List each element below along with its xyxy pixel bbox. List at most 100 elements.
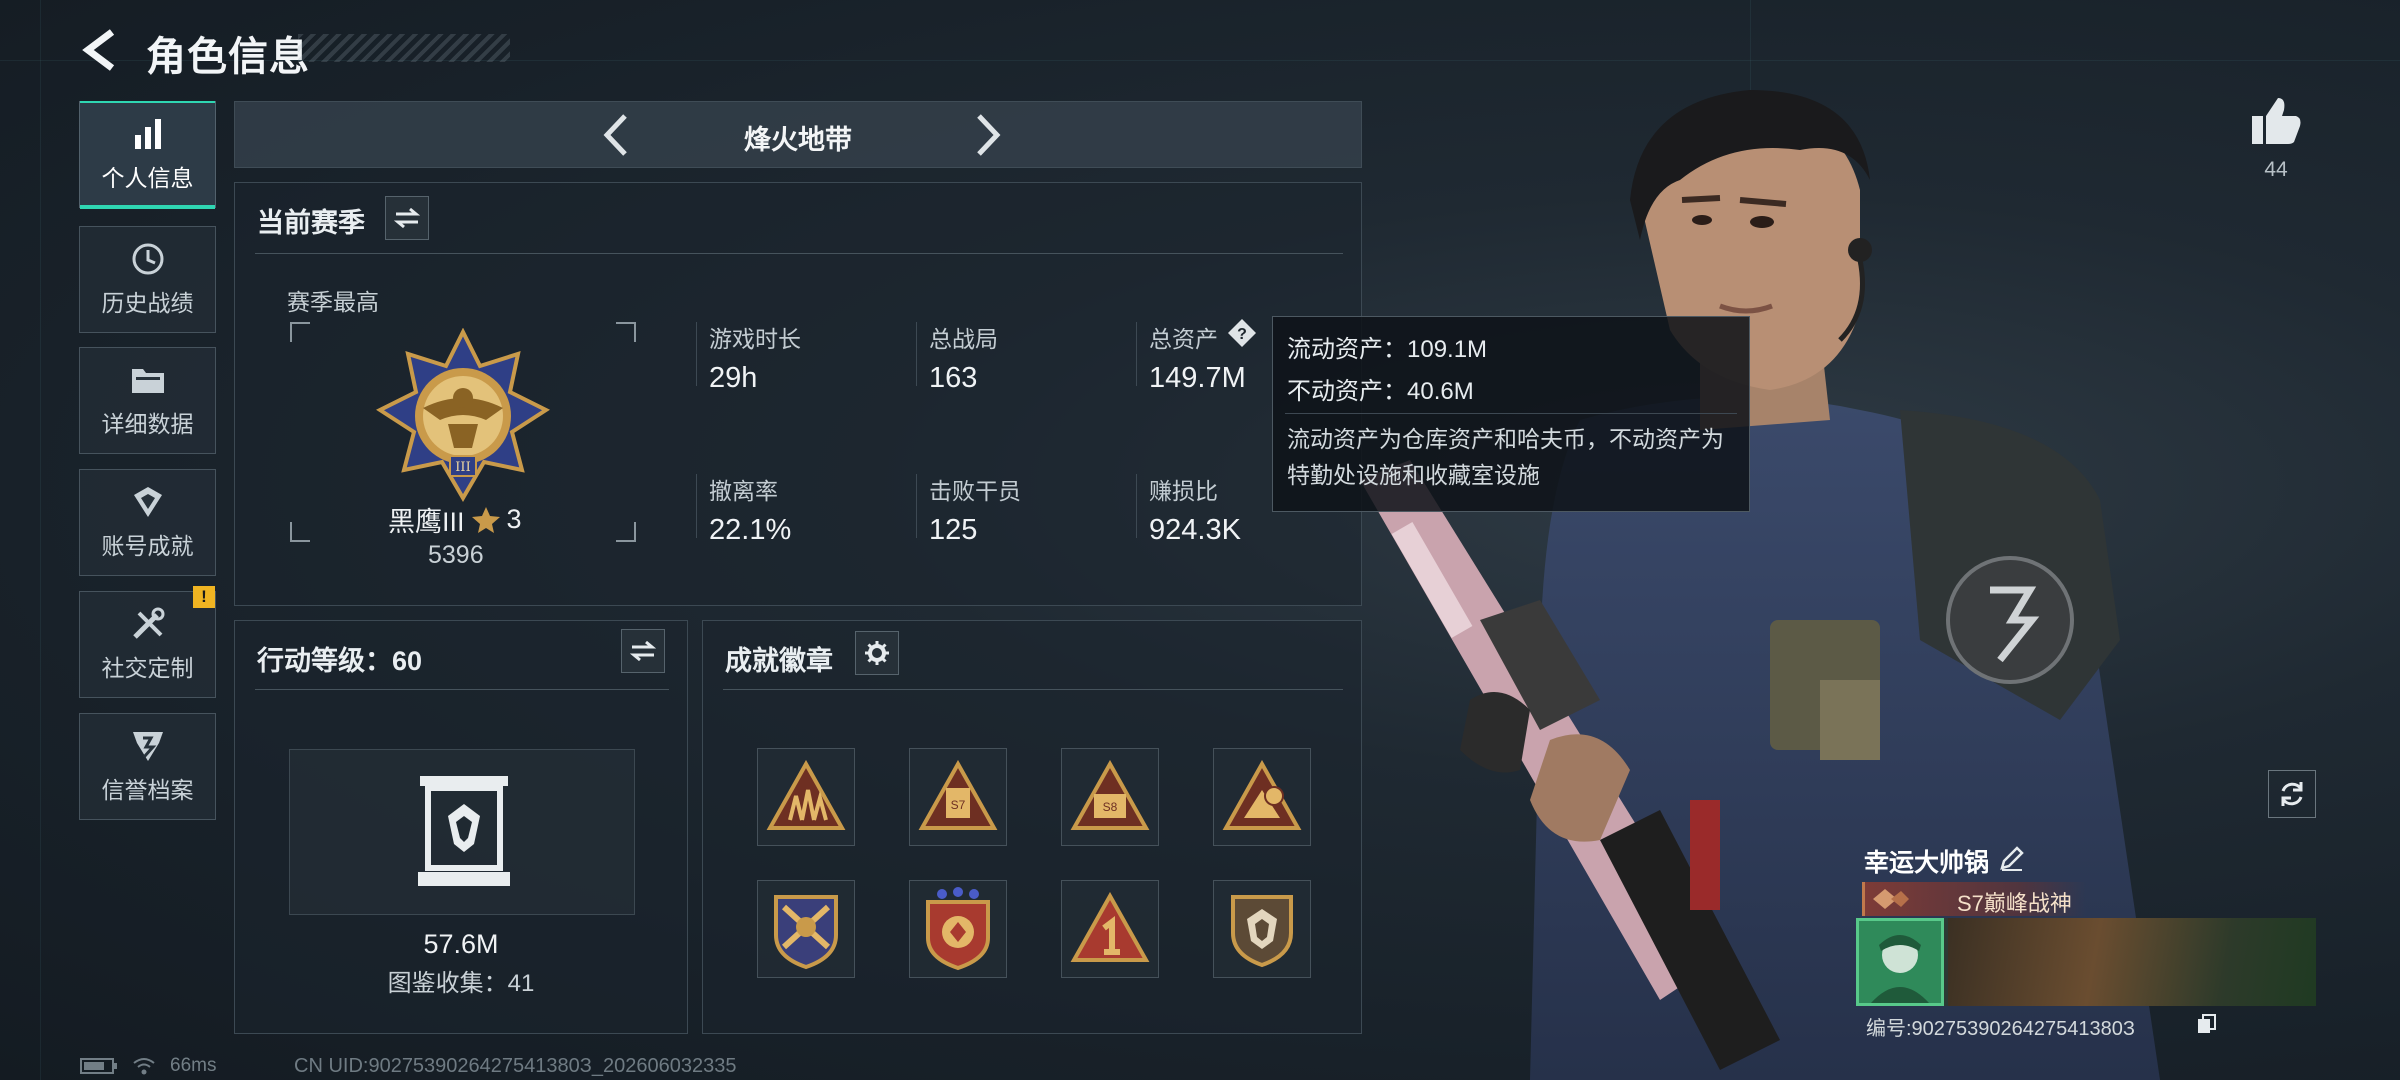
- folder-icon: [131, 368, 164, 393]
- divider: [255, 689, 669, 690]
- star-crest-badge-icon: [926, 887, 990, 971]
- achievement-badge[interactable]: [1213, 748, 1311, 846]
- rank-name: 黑鹰III: [388, 507, 465, 537]
- frame-corner: [290, 522, 310, 542]
- credit-shield-icon: [132, 731, 163, 761]
- stat-label-profit-ratio: 赚损比: [1149, 478, 1218, 504]
- stat-value-profit-ratio: 924.3K: [1149, 514, 1241, 546]
- bar-chart-icon: [134, 118, 161, 149]
- achievement-badge[interactable]: [1061, 880, 1159, 978]
- sidebar-item-label: 个人信息: [101, 164, 194, 191]
- swap-arrows-icon: [394, 207, 420, 229]
- stat-value-kills: 125: [929, 514, 978, 546]
- divider: [255, 253, 1343, 254]
- season-best-label: 赛季最高: [287, 289, 379, 315]
- player-id: 编号:9027539026427541380З: [1866, 1018, 2135, 1040]
- crossed-rifles-shield-badge-icon: [774, 895, 838, 970]
- divider: [723, 689, 1343, 690]
- title-decoration: [298, 34, 510, 62]
- wifi-icon: [133, 1058, 155, 1075]
- svg-text:S8: S8: [1103, 800, 1118, 814]
- black-hawk-rank-medal-icon: III: [376, 328, 550, 502]
- stat-value-total-assets: 149.7M: [1149, 362, 1246, 394]
- player-avatar[interactable]: [1856, 918, 1944, 1006]
- name-card-background: [1948, 918, 2316, 1006]
- achievement-icon: [133, 486, 162, 517]
- collection-display-case-icon: [418, 776, 510, 886]
- copy-icon[interactable]: [2196, 1013, 2218, 1035]
- achievement-badge[interactable]: S7: [909, 748, 1007, 846]
- collection-count: 图鉴收集：41: [387, 970, 535, 997]
- frame-corner: [616, 322, 636, 342]
- account-uid: CN UID:9027539026427541380З_202606032335: [294, 1055, 737, 1077]
- sidebar-item-credit-record[interactable]: 信誉档案: [79, 713, 216, 820]
- tools-icon: [132, 607, 164, 639]
- svg-text:S7: S7: [951, 798, 966, 812]
- frame-corner: [290, 322, 310, 342]
- background-grid-line: [40, 0, 41, 1080]
- player-name-card[interactable]: [1856, 918, 2316, 1006]
- achievement-badge[interactable]: S8: [1061, 748, 1159, 846]
- edit-pencil-icon[interactable]: [1998, 844, 2026, 872]
- star-icon: [471, 506, 500, 533]
- stat-label-total-assets: 总资产: [1149, 326, 1218, 352]
- assets-help-button[interactable]: ?: [1227, 318, 1257, 348]
- season-title: 当前赛季: [257, 208, 365, 238]
- switch-level-view-button[interactable]: [621, 629, 665, 673]
- page-title: 角色信息: [146, 35, 310, 79]
- player-title-badge: S7巅峰战神: [1862, 882, 2086, 916]
- stat-label-kills: 击败干员: [929, 478, 1021, 504]
- number-one-triangle-badge-icon: [1070, 892, 1150, 962]
- sidebar-item-achievements[interactable]: 账号成就: [79, 469, 216, 576]
- sidebar-item-history[interactable]: 历史战绩: [79, 226, 216, 333]
- s7-triangle-badge-icon: S7: [918, 760, 998, 830]
- tooltip-liquid-assets: 流动资产：109.1M: [1287, 336, 1488, 363]
- sidebar-item-label: 历史战绩: [101, 289, 194, 316]
- mode-selector: 烽火地带: [234, 101, 1362, 168]
- history-clock-icon: [132, 243, 163, 274]
- switch-season-button[interactable]: [385, 196, 429, 240]
- action-level-panel: 行动等级：60 57.6M 图鉴收集：41: [234, 620, 688, 1034]
- achievement-badge[interactable]: [757, 880, 855, 978]
- player-title: S7巅峰战神: [1957, 891, 2072, 916]
- battery-icon: [80, 1058, 117, 1074]
- achievement-badge[interactable]: [1213, 880, 1311, 978]
- back-arrow-icon[interactable]: [78, 26, 126, 74]
- stat-divider: [1136, 474, 1137, 538]
- sidebar-item-personal-info[interactable]: 个人信息: [79, 101, 216, 209]
- svg-text:III: III: [455, 460, 470, 475]
- help-diamond-icon: ?: [1228, 319, 1256, 347]
- like-count: 44: [2264, 158, 2288, 181]
- rank-score: 5396: [428, 541, 484, 569]
- sidebar-item-label: 社交定制: [101, 654, 194, 681]
- sidebar-item-label: 信誉档案: [101, 776, 194, 803]
- soldiers-triangle-badge-icon: [766, 760, 846, 830]
- achievement-badge[interactable]: [909, 880, 1007, 978]
- refresh-character-button[interactable]: [2268, 770, 2316, 818]
- notice-badge: !: [193, 586, 215, 608]
- asset-tooltip: 流动资产：109.1M 不动资产：40.6M 流动资产为仓库资产和哈夫币，不动资…: [1272, 316, 1750, 512]
- badge-settings-button[interactable]: [855, 631, 899, 675]
- stat-value-playtime: 29h: [709, 362, 758, 394]
- tooltip-description: 流动资产为仓库资产和哈夫币，不动资产为特勤处设施和收藏室设施: [1287, 426, 1724, 488]
- stat-label-extraction-rate: 撤离率: [709, 478, 778, 504]
- frame-corner: [616, 522, 636, 542]
- sidebar-item-details[interactable]: 详细数据: [79, 347, 216, 454]
- stat-value-total-matches: 163: [929, 362, 978, 394]
- rank-name-row: 黑鹰III 3: [388, 500, 522, 539]
- s8-triangle-badge-icon: S8: [1070, 760, 1150, 830]
- achievement-badge[interactable]: [757, 748, 855, 846]
- help-question-mark: ?: [1237, 326, 1247, 343]
- stat-label-total-matches: 总战局: [929, 326, 998, 352]
- avatar-portrait-icon: [1871, 935, 1929, 1003]
- divider: [1285, 413, 1737, 414]
- next-mode-icon[interactable]: [965, 112, 1009, 158]
- sidebar-item-label: 账号成就: [101, 532, 194, 559]
- ping-value: 66ms: [170, 1055, 217, 1076]
- mode-name: 烽火地带: [744, 125, 852, 155]
- thumbs-up-icon[interactable]: [2250, 96, 2302, 146]
- status-bar: 66ms: [80, 1055, 216, 1077]
- refresh-icon: [2281, 782, 2303, 806]
- collection-preview[interactable]: [289, 749, 635, 915]
- sidebar-item-label: 详细数据: [101, 410, 194, 437]
